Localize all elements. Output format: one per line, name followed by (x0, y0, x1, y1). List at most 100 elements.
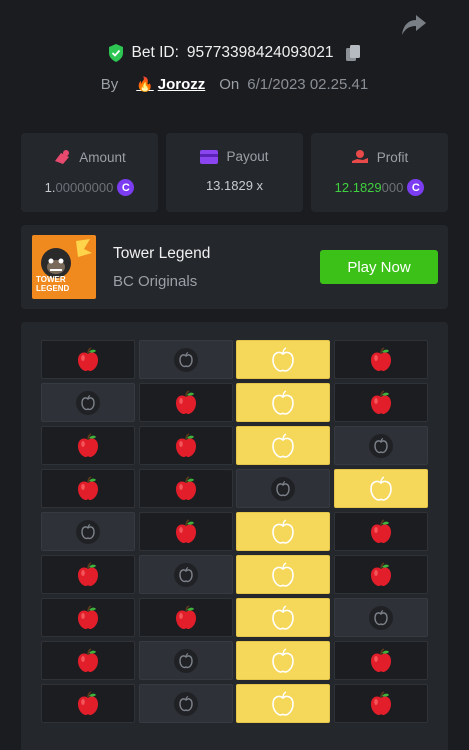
apple-icon (368, 690, 394, 717)
gold-apple-tile (236, 598, 330, 637)
apple-icon (368, 561, 394, 588)
apple-icon (368, 346, 394, 373)
coin-icon: C (407, 179, 425, 196)
apple-tile (41, 641, 135, 680)
gold-apple-icon (270, 346, 296, 373)
apple-tile (41, 598, 135, 637)
gold-apple-tile (236, 426, 330, 465)
apple-tile (138, 598, 233, 637)
wallet-icon (200, 149, 219, 164)
gold-apple-tile (236, 340, 330, 379)
bet-label: Bet ID: (131, 44, 179, 61)
rotten-apple-icon (75, 519, 101, 545)
rotten-apple-tile (138, 340, 233, 379)
amount-card: Amount 1.00000000 C (21, 133, 158, 212)
on-label: On (219, 76, 240, 93)
apple-icon (75, 432, 101, 459)
rotten-apple-icon (173, 347, 199, 373)
rotten-apple-tile (333, 426, 428, 465)
flame-icon: 🔥 (136, 76, 154, 92)
game-subtitle: BC Originals (113, 273, 198, 290)
rotten-apple-tile (138, 555, 233, 594)
apple-icon (173, 389, 199, 416)
apple-tile (138, 512, 233, 551)
gold-apple-icon (270, 647, 296, 674)
copy-icon[interactable] (345, 44, 361, 62)
username-link[interactable]: 🔥 Jorozz (136, 76, 205, 93)
gold-apple-tile (236, 555, 330, 594)
rotten-apple-tile (41, 383, 135, 422)
game-thumbnail[interactable]: TOWER LEGEND (32, 235, 96, 299)
rotten-apple-tile (138, 684, 233, 723)
apple-icon (368, 647, 394, 674)
apple-icon (75, 346, 101, 373)
gold-apple-icon (270, 690, 296, 717)
apple-tile (333, 641, 428, 680)
apple-tile (41, 684, 135, 723)
rotten-apple-icon (173, 648, 199, 674)
apple-icon (75, 604, 101, 631)
gold-apple-icon (270, 389, 296, 416)
share-icon[interactable] (400, 12, 428, 38)
apple-icon (173, 604, 199, 631)
gold-apple-icon (270, 604, 296, 631)
payout-label: Payout (226, 149, 269, 164)
apple-tile (41, 555, 135, 594)
apple-icon (368, 518, 394, 545)
rotten-apple-icon (368, 605, 394, 631)
gold-apple-icon (270, 518, 296, 545)
coin-icon: C (117, 179, 135, 196)
profit-value-dim: 000 (381, 180, 404, 195)
amount-value-dim: 00000000 (55, 180, 114, 195)
apple-tile (333, 340, 428, 379)
profit-card: Profit 12.1829000 C (311, 133, 448, 212)
apple-tile (333, 512, 428, 551)
payout-card: Payout 13.1829 x (166, 133, 303, 212)
bet-header: Bet ID: 95773398424093021 By 🔥 Jorozz On… (0, 44, 469, 93)
shield-check-icon (108, 44, 123, 62)
apple-tile (41, 469, 135, 508)
stats-row: Amount 1.00000000 C Payout 13.1829 x Pro… (21, 133, 448, 212)
apple-tile (41, 340, 135, 379)
rotten-apple-icon (173, 562, 199, 588)
play-now-button[interactable]: Play Now (320, 250, 438, 284)
gold-apple-icon (270, 561, 296, 588)
gold-apple-tile (333, 469, 428, 508)
gold-apple-icon (368, 475, 394, 502)
apple-icon (173, 475, 199, 502)
gold-apple-icon (270, 432, 296, 459)
gold-apple-tile (236, 641, 330, 680)
apple-tile (138, 426, 233, 465)
game-board (21, 322, 448, 750)
profit-value-main: 12.1829 (334, 180, 382, 195)
rotten-apple-icon (368, 433, 394, 459)
apple-tile (41, 426, 135, 465)
payout-value: 13.1829 x (205, 178, 264, 193)
apple-tile (333, 555, 428, 594)
rotten-apple-tile (333, 598, 428, 637)
apple-tile (333, 383, 428, 422)
rotten-apple-icon (75, 390, 101, 416)
apple-tile (138, 469, 233, 508)
amount-label: Amount (79, 149, 126, 165)
apple-icon (368, 389, 394, 416)
apple-tile (333, 684, 428, 723)
username: Jorozz (157, 76, 206, 93)
apple-tile (138, 383, 233, 422)
rotten-apple-icon (173, 691, 199, 717)
apple-icon (173, 432, 199, 459)
thumb-text: TOWER LEGEND (36, 275, 70, 293)
rotten-apple-icon (270, 476, 296, 502)
profit-label: Profit (376, 149, 409, 165)
gold-apple-tile (236, 512, 330, 551)
amount-icon (55, 150, 70, 164)
apple-icon (75, 690, 101, 717)
apple-icon (75, 647, 101, 674)
rotten-apple-tile (41, 512, 135, 551)
apple-icon (173, 518, 199, 545)
game-title: Tower Legend (113, 245, 211, 262)
apple-icon (75, 561, 101, 588)
bet-id: 95773398424093021 (186, 44, 334, 61)
amount-value-main: 1. (44, 180, 56, 195)
game-card: TOWER LEGEND Tower Legend BC Originals P… (21, 225, 448, 309)
